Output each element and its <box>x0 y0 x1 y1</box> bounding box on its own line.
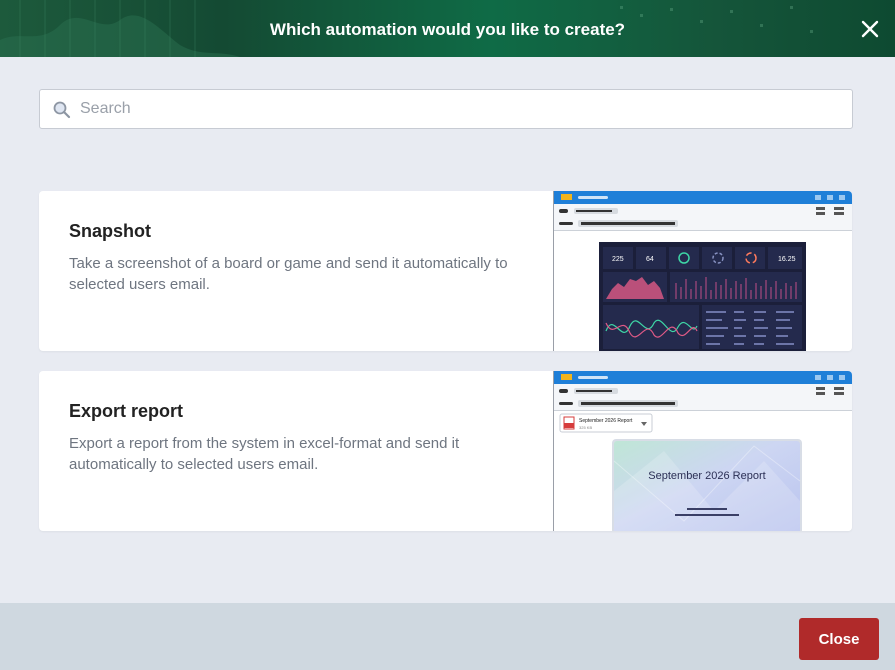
option-description: Export a report from the system in excel… <box>69 435 460 473</box>
close-button[interactable]: Close <box>799 618 879 660</box>
snapshot-preview-image: 225 64 16.25 <box>553 191 852 351</box>
export-report-preview-image: September 2026 Report 325 KB September 2… <box>553 371 852 531</box>
stat-value: 225 <box>612 256 624 263</box>
option-title: Export report <box>69 401 184 421</box>
file-name: September 2026 Report <box>579 418 633 424</box>
report-screenshot: September 2026 Report 325 KB September 2… <box>554 371 852 531</box>
report-title: September 2026 Report <box>648 470 765 482</box>
dashboard-screenshot: 225 64 16.25 <box>554 191 852 351</box>
close-icon[interactable] <box>859 18 881 40</box>
option-title: Snapshot <box>69 221 152 241</box>
option-card-snapshot[interactable]: Snapshot Take a screenshot of a board or… <box>39 191 852 351</box>
dialog-footer <box>0 603 895 670</box>
stat-value: 64 <box>646 256 654 263</box>
search-icon <box>53 101 71 119</box>
search-input[interactable] <box>80 90 840 128</box>
search-field <box>39 89 853 129</box>
stat-value: 16.25 <box>778 256 796 263</box>
dialog-title: Which automation would you like to creat… <box>269 20 626 39</box>
option-card-export-report[interactable]: Export report Export a report from the s… <box>39 371 852 531</box>
option-description: Take a screenshot of a board or game and… <box>69 255 508 293</box>
file-size: 325 KB <box>579 425 592 430</box>
dialog-header: Which automation would you like to creat… <box>0 0 895 57</box>
